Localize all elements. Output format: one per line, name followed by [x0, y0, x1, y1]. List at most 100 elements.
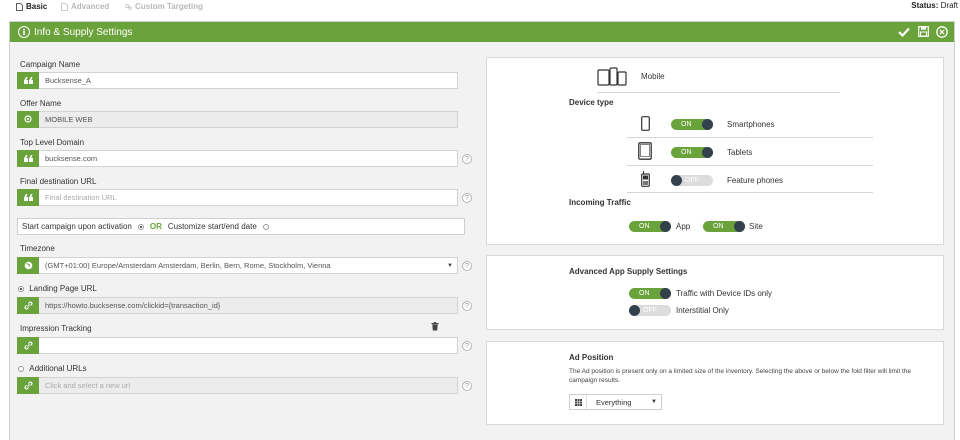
- save-icon[interactable]: [917, 25, 929, 38]
- or-separator: OR: [149, 222, 162, 231]
- chevron-down-icon: ▼: [447, 263, 453, 269]
- devices-icon: [597, 67, 627, 87]
- tab-custom-targeting[interactable]: Custom Targeting: [125, 1, 203, 12]
- toggle-state: OFF: [685, 177, 699, 184]
- timezone-label: Timezone: [20, 244, 55, 253]
- toggle-state: ON: [639, 290, 650, 297]
- grid-icon: [570, 395, 587, 409]
- site-label: Site: [749, 222, 763, 231]
- device-ids-label: Traffic with Device IDs only: [676, 289, 773, 298]
- help-icon[interactable]: ?: [462, 154, 472, 164]
- smartphones-label: Smartphones: [727, 120, 775, 129]
- quote-icon: [17, 188, 39, 206]
- status-value: Draft: [940, 1, 958, 10]
- smartphone-icon: [639, 115, 651, 131]
- start-on-activation-radio[interactable]: [137, 223, 144, 230]
- app-supply-title: Advanced App Supply Settings: [569, 267, 688, 276]
- help-icon[interactable]: ?: [462, 261, 472, 271]
- link-icon: [17, 336, 39, 354]
- device-ids-toggle[interactable]: ON: [629, 288, 671, 299]
- ad-position-select[interactable]: Everything ▼: [569, 394, 662, 410]
- file-icon: [16, 2, 23, 11]
- close-circle-icon[interactable]: [936, 25, 948, 38]
- additional-urls-placeholder: Click and select a new url: [45, 381, 131, 390]
- customize-dates-radio[interactable]: [262, 223, 269, 230]
- toggle-state: ON: [639, 223, 650, 230]
- tab-label: Custom Targeting: [135, 2, 203, 11]
- additional-urls-label-row: Additional URLs: [18, 364, 87, 373]
- landing-page-field[interactable]: https://howto.bucksense.com/clickid={tra…: [17, 296, 458, 314]
- additional-urls-label: Additional URLs: [29, 364, 87, 373]
- link-icon: [17, 296, 39, 314]
- landing-page-radio[interactable]: [18, 285, 24, 292]
- campaign-name-field[interactable]: Bucksense_A: [17, 71, 458, 89]
- landing-page-label-row: Landing Page URL: [18, 284, 97, 293]
- customize-dates-label: Customize start/end date: [167, 222, 257, 231]
- tab-advanced[interactable]: Advanced: [61, 1, 109, 12]
- help-icon[interactable]: ?: [462, 341, 472, 351]
- device-type-title: Device type: [569, 98, 614, 107]
- gears-icon: [125, 3, 132, 11]
- status-indicator: Status: Draft: [911, 1, 958, 10]
- site-toggle[interactable]: ON: [703, 221, 745, 232]
- campaign-name-value: Bucksense_A: [45, 76, 91, 85]
- quote-icon: [17, 71, 39, 89]
- help-icon[interactable]: ?: [462, 301, 472, 311]
- timezone-value: (GMT+01:00) Europe/Amsterdam Amsterdam, …: [45, 261, 331, 270]
- tab-basic[interactable]: Basic: [16, 1, 47, 12]
- feature-phones-toggle[interactable]: OFF: [671, 175, 713, 186]
- impression-tracking-label: Impression Tracking: [20, 324, 92, 333]
- start-on-activation-label: Start campaign upon activation: [22, 222, 132, 231]
- panel-header: i Info & Supply Settings: [10, 22, 954, 42]
- link-icon: [17, 376, 39, 394]
- final-destination-label: Final destination URL: [20, 177, 97, 186]
- final-destination-field[interactable]: Final destination URL: [17, 188, 458, 206]
- help-icon[interactable]: ?: [462, 381, 472, 391]
- campaign-name-label: Campaign Name: [20, 60, 81, 69]
- app-toggle[interactable]: ON: [629, 221, 671, 232]
- top-level-domain-field[interactable]: bucksense.com: [17, 149, 458, 167]
- ad-position-description: The Ad position is present only on a lim…: [569, 368, 912, 384]
- interstitial-label: Interstitial Only: [676, 306, 729, 315]
- toggle-state: ON: [681, 149, 692, 156]
- header-actions: [898, 25, 948, 38]
- impression-tracking-field[interactable]: [17, 336, 458, 354]
- interstitial-toggle[interactable]: OFF: [629, 305, 671, 316]
- top-level-domain-label: Top Level Domain: [20, 138, 85, 147]
- panel-title: Info & Supply Settings: [34, 26, 133, 38]
- feature-phones-label: Feature phones: [727, 176, 784, 185]
- landing-page-value: https://howto.bucksense.com/clickid={tra…: [45, 301, 221, 310]
- app-label: App: [676, 222, 691, 231]
- ad-position-value: Everything: [596, 397, 632, 407]
- toggle-state: ON: [713, 223, 724, 230]
- tablets-label: Tablets: [727, 148, 753, 157]
- tab-label: Basic: [26, 2, 48, 11]
- toggle-state: OFF: [643, 307, 657, 314]
- offer-name-value: MOBILE WEB: [45, 115, 93, 124]
- info-icon: i: [18, 26, 30, 38]
- start-options: Start campaign upon activation OR Custom…: [17, 218, 465, 235]
- additional-urls-field[interactable]: Click and select a new url: [17, 376, 458, 394]
- settings-panel: i Info & Supply Settings Campaign Name B…: [9, 21, 955, 440]
- ad-position-title: Ad Position: [569, 353, 614, 362]
- final-destination-placeholder: Final destination URL: [45, 193, 117, 202]
- quote-icon: [17, 149, 39, 167]
- app-supply-card: Advanced App Supply Settings ON Traffic …: [486, 255, 944, 330]
- offer-name-label: Offer Name: [20, 99, 62, 108]
- tablets-toggle[interactable]: ON: [671, 147, 713, 158]
- help-icon[interactable]: ?: [462, 193, 472, 203]
- additional-urls-radio[interactable]: [18, 365, 24, 372]
- smartphones-toggle[interactable]: ON: [671, 119, 713, 130]
- toggle-state: ON: [681, 121, 692, 128]
- offer-name-field: MOBILE WEB: [17, 110, 458, 128]
- trash-icon[interactable]: [431, 322, 439, 331]
- status-label: Status:: [911, 1, 939, 10]
- landing-page-label: Landing Page URL: [29, 284, 97, 293]
- incoming-traffic-title: Incoming Traffic: [569, 198, 631, 207]
- timezone-select[interactable]: (GMT+01:00) Europe/Amsterdam Amsterdam, …: [17, 256, 458, 274]
- device-settings-card: Mobile Device type ON Smartphones ON Tab…: [486, 57, 944, 245]
- file-icon: [61, 2, 68, 11]
- ad-position-card: Ad Position The Ad position is present o…: [486, 341, 944, 425]
- checkmark-icon[interactable]: [898, 25, 910, 38]
- tab-label: Advanced: [71, 2, 110, 11]
